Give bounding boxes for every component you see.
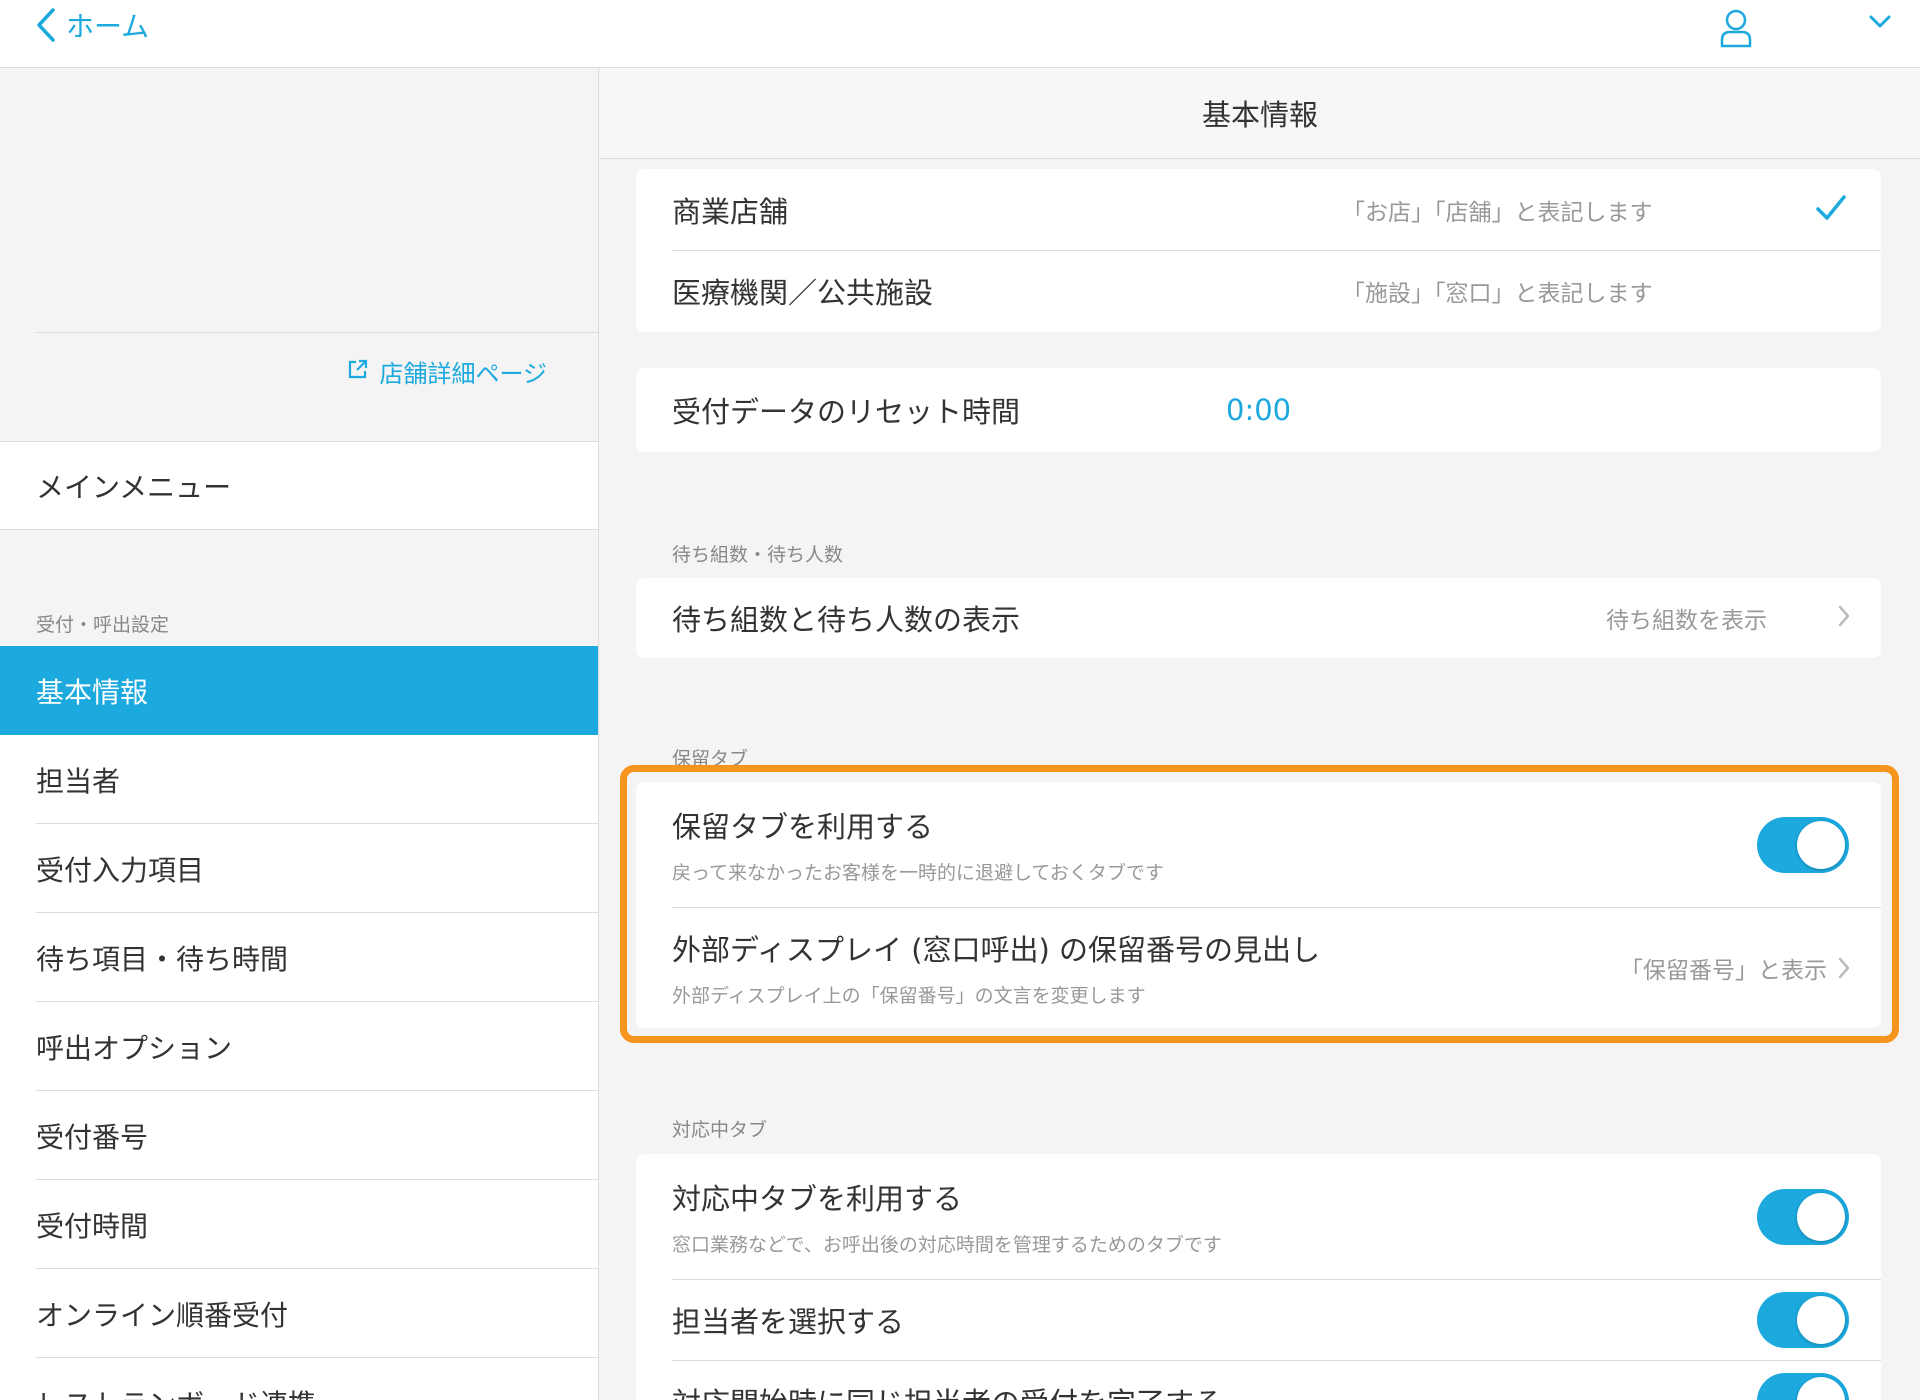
main-panel: 基本情報 商業店舗 「お店」「店舗」と表記します 医療機関／公共施設 「施設」「… xyxy=(600,68,1920,1400)
active-tab-toggle[interactable] xyxy=(1757,1189,1849,1245)
option-value: 「施設」「窓口」と表記します xyxy=(1342,280,1653,307)
sidebar-item-label: レストランボード連携 xyxy=(36,1383,316,1400)
complete-same-staff-toggle[interactable] xyxy=(1757,1373,1849,1400)
checkmark-icon xyxy=(1815,194,1847,226)
sidebar-item-reception-hours[interactable]: 受付時間 xyxy=(0,1180,598,1269)
hold-number-heading-row[interactable]: 外部ディスプレイ (窓口呼出) の保留番号の見出し 外部ディスプレイ上の「保留番… xyxy=(636,907,1881,1028)
hold-tab-use-desc: 戻って来なかったお客様を一時的に退避しておくタブです xyxy=(672,862,1164,884)
select-staff-toggle[interactable] xyxy=(1757,1292,1849,1348)
toggle-knob xyxy=(1797,1296,1845,1344)
chevron-right-icon xyxy=(1837,956,1851,984)
select-staff-label: 担当者を選択する xyxy=(672,1304,905,1339)
page-title: 基本情報 xyxy=(600,68,1920,159)
sidebar-item-call-options[interactable]: 呼出オプション xyxy=(0,1002,598,1091)
back-label: ホーム xyxy=(66,10,150,43)
chevron-down-icon[interactable] xyxy=(1868,14,1892,34)
reset-time-label: 受付データのリセット時間 xyxy=(672,395,1021,429)
complete-same-staff-row: 対応開始時に同じ担当者の受付を完了する xyxy=(636,1360,1881,1400)
chevron-left-icon xyxy=(36,8,56,42)
active-tab-use-desc: 窓口業務などで、お呼出後の対応時間を管理するためのタブです xyxy=(672,1234,1222,1256)
hold-tab-card: 保留タブを利用する 戻って来なかったお客様を一時的に退避しておくタブです 外部デ… xyxy=(636,782,1881,1028)
toggle-knob xyxy=(1797,1193,1845,1241)
back-button[interactable]: ホーム xyxy=(36,0,149,50)
sidebar-item-ticket-number[interactable]: 受付番号 xyxy=(0,1091,598,1180)
sidebar-item-label: 担当者 xyxy=(36,764,121,798)
main-menu-label: メインメニュー xyxy=(36,470,232,504)
toggle-knob xyxy=(1797,1377,1845,1400)
sidebar-item-label: 待ち項目・待ち時間 xyxy=(36,942,289,976)
reset-time-card: 受付データのリセット時間 0:00 xyxy=(636,368,1881,452)
option-label: 商業店舗 xyxy=(672,194,789,229)
toggle-knob xyxy=(1797,821,1845,869)
business-type-option-medical[interactable]: 医療機関／公共施設 「施設」「窓口」と表記します xyxy=(636,250,1881,331)
hold-number-heading-value: 「保留番号」と表示 xyxy=(1620,958,1827,984)
reset-time-row[interactable]: 受付データのリセット時間 0:00 xyxy=(636,368,1881,452)
sidebar-item-label: 受付時間 xyxy=(36,1209,149,1243)
wait-display-card: 待ち組数と待ち人数の表示 待ち組数を表示 xyxy=(636,578,1881,658)
sidebar-item-label: 受付番号 xyxy=(36,1120,149,1154)
active-tab-use-label: 対応中タブを利用する xyxy=(672,1182,963,1216)
section-label-hold: 保留タブ xyxy=(672,748,749,770)
business-type-option-commercial[interactable]: 商業店舗 「お店」「店舗」と表記します xyxy=(636,169,1881,250)
hold-tab-use-label: 保留タブを利用する xyxy=(672,810,934,844)
sidebar-item-label: 基本情報 xyxy=(36,675,149,709)
hold-number-heading-label: 外部ディスプレイ (窓口呼出) の保留番号の見出し xyxy=(672,933,1321,967)
main-menu-item[interactable]: メインメニュー xyxy=(0,441,598,530)
hold-tab-use-row: 保留タブを利用する 戻って来なかったお客様を一時的に退避しておくタブです xyxy=(636,782,1881,907)
sidebar-item-input-fields[interactable]: 受付入力項目 xyxy=(0,824,598,913)
sidebar-item-online-queue[interactable]: オンライン順番受付 xyxy=(0,1269,598,1358)
page-title-text: 基本情報 xyxy=(1201,98,1318,132)
hold-number-heading-desc: 外部ディスプレイ上の「保留番号」の文言を変更します xyxy=(672,985,1146,1007)
hold-tab-toggle[interactable] xyxy=(1757,817,1849,873)
external-link-icon xyxy=(347,358,369,386)
sidebar-section-label: 受付・呼出設定 xyxy=(36,614,170,636)
user-icon[interactable] xyxy=(1718,8,1754,52)
sidebar-item-label: オンライン順番受付 xyxy=(36,1298,289,1332)
store-info: 店舗詳細ページ xyxy=(0,68,598,441)
sidebar-item-staff[interactable]: 担当者 xyxy=(0,735,598,824)
active-tab-use-row: 対応中タブを利用する 窓口業務などで、お呼出後の対応時間を管理するためのタブです xyxy=(636,1154,1881,1279)
wait-display-label: 待ち組数と待ち人数の表示 xyxy=(672,603,1021,637)
store-detail-link-label: 店舗詳細ページ xyxy=(379,360,547,388)
top-bar: ホーム xyxy=(0,0,1920,68)
reset-time-value[interactable]: 0:00 xyxy=(1226,393,1291,427)
divider xyxy=(36,332,598,333)
section-label-wait: 待ち組数・待ち人数 xyxy=(672,544,844,566)
sidebar-item-label: 受付入力項目 xyxy=(36,853,205,887)
complete-same-staff-label: 対応開始時に同じ担当者の受付を完了する xyxy=(672,1380,1223,1400)
sidebar-item-wait-items[interactable]: 待ち項目・待ち時間 xyxy=(0,913,598,1002)
store-detail-link[interactable]: 店舗詳細ページ xyxy=(347,354,547,389)
sidebar: 店舗詳細ページ メインメニュー 受付・呼出設定 基本情報 担当者 受付入力項目 … xyxy=(0,68,599,1400)
active-tab-card: 対応中タブを利用する 窓口業務などで、お呼出後の対応時間を管理するためのタブです… xyxy=(636,1154,1881,1400)
business-type-card: 商業店舗 「お店」「店舗」と表記します 医療機関／公共施設 「施設」「窓口」と表… xyxy=(636,169,1881,332)
sidebar-item-label: 呼出オプション xyxy=(36,1031,233,1065)
option-label: 医療機関／公共施設 xyxy=(672,275,934,310)
wait-display-value: 待ち組数を表示 xyxy=(1606,608,1767,634)
sidebar-list: 基本情報 担当者 受付入力項目 待ち項目・待ち時間 呼出オプション 受付番号 受… xyxy=(0,646,598,1400)
sidebar-item-restaurant-board[interactable]: レストランボード連携 xyxy=(0,1358,598,1400)
select-staff-row: 担当者を選択する xyxy=(636,1279,1881,1360)
chevron-right-icon xyxy=(1837,604,1851,632)
sidebar-item-basic-info[interactable]: 基本情報 xyxy=(0,646,598,735)
wait-display-row[interactable]: 待ち組数と待ち人数の表示 待ち組数を表示 xyxy=(636,578,1881,658)
section-label-active: 対応中タブ xyxy=(672,1119,768,1141)
option-value: 「お店」「店舗」と表記します xyxy=(1342,199,1653,226)
